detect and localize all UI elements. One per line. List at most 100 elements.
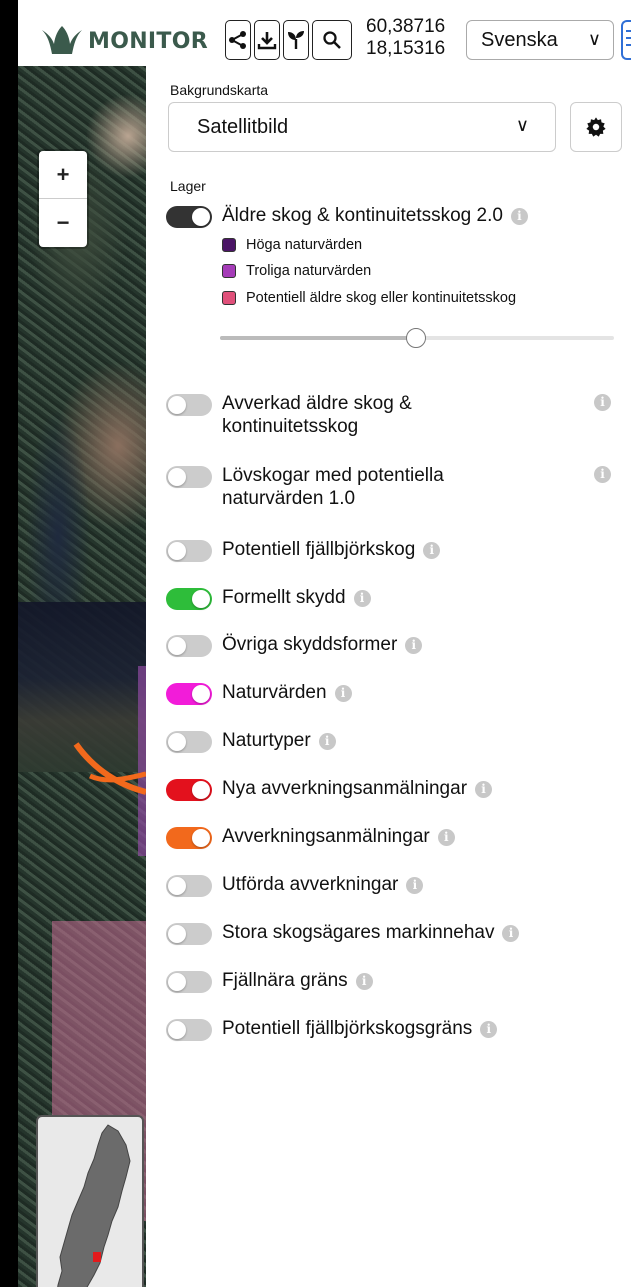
layer-toggle[interactable]	[166, 635, 212, 657]
map-felling-notice-line	[73, 742, 146, 795]
app-window: MONITOR 60,38716 18,15316 Svenska ∨ + − …	[18, 0, 631, 1287]
info-icon[interactable]: i	[355, 973, 373, 990]
logo[interactable]: MONITOR	[38, 24, 208, 58]
layer-toggle[interactable]	[166, 779, 212, 801]
layer-toggle[interactable]	[166, 923, 212, 945]
layer-panel: Bakgrundskarta Satellitbild ∨ Lager Äldr…	[146, 66, 631, 1287]
layers-label: Lager	[170, 178, 206, 194]
latitude: 60,38716	[366, 16, 446, 37]
layer-row: Äldre skog & kontinuitetsskog 2.0 i	[166, 204, 528, 228]
gear-icon	[586, 117, 606, 137]
layer-row: Utförda avverkningar i	[166, 873, 424, 897]
layer-label: Formellt skydd	[222, 587, 346, 608]
download-button[interactable]	[254, 20, 280, 60]
info-icon[interactable]: i	[353, 590, 371, 607]
layer-toggle[interactable]	[166, 540, 212, 562]
info-icon[interactable]: i	[423, 542, 441, 559]
menu-button[interactable]	[621, 20, 631, 60]
sweden-overview-icon	[57, 1124, 131, 1287]
legend-item: Troliga naturvärden	[222, 263, 371, 279]
info-icon[interactable]: i	[510, 208, 528, 225]
layer-toggle[interactable]	[166, 466, 212, 488]
monitor-logo-icon	[42, 26, 82, 54]
layer-row: Stora skogsägares markinnehav i	[166, 921, 520, 945]
search-button[interactable]	[312, 20, 352, 60]
header: MONITOR 60,38716 18,15316 Svenska ∨	[18, 0, 631, 66]
layer-toggle[interactable]	[166, 827, 212, 849]
layer-toggle[interactable]	[166, 1019, 212, 1041]
layer-row: Potentiell fjällbjörkskog i	[166, 538, 441, 562]
longitude: 18,15316	[366, 38, 446, 59]
chevron-down-icon: ∨	[515, 115, 529, 135]
language-value: Svenska	[481, 28, 558, 51]
legend-item: Höga naturvärden	[222, 237, 362, 253]
info-icon[interactable]: i	[405, 637, 423, 654]
download-icon	[257, 32, 277, 50]
layer-toggle[interactable]	[166, 731, 212, 753]
zoom-out-button[interactable]: −	[39, 199, 87, 247]
sprout-icon	[288, 31, 304, 49]
basemap-settings-button[interactable]	[570, 102, 622, 152]
layer-label: Äldre skog & kontinuitetsskog 2.0	[222, 205, 503, 226]
layer-label: Fjällnära gräns	[222, 970, 348, 991]
layer-toggle[interactable]	[166, 971, 212, 993]
layer-row: Lövskogar med potentiella naturvärden 1.…	[166, 464, 611, 510]
layer-label: Utförda avverkningar	[222, 874, 399, 895]
legend-swatch	[222, 238, 236, 252]
zoom-in-button[interactable]: +	[39, 151, 87, 199]
layer-row: Avverkad äldre skog & kontinuitetsskog i	[166, 392, 611, 438]
logo-text: MONITOR	[88, 28, 208, 54]
legend-swatch	[222, 264, 236, 278]
opacity-slider[interactable]	[220, 328, 614, 348]
legend-label: Potentiell äldre skog eller kontinuitets…	[246, 290, 517, 306]
map-canvas[interactable]: + −	[18, 66, 146, 1287]
info-icon[interactable]: i	[437, 829, 455, 846]
layer-label: Avverkad äldre skog & kontinuitetsskog	[222, 393, 412, 437]
layer-row: Övriga skyddsformer i	[166, 633, 423, 657]
layer-row: Nya avverkningsanmälningar i	[166, 777, 493, 801]
layer-toggle[interactable]	[166, 588, 212, 610]
layer-toggle[interactable]	[166, 683, 212, 705]
info-icon[interactable]: i	[594, 394, 611, 411]
search-icon	[323, 31, 341, 49]
zoom-control: + −	[39, 151, 87, 247]
layer-label: Naturvärden	[222, 682, 327, 703]
layer-row: Potentiell fjällbjörkskogsgräns i	[166, 1017, 498, 1041]
language-select[interactable]: Svenska ∨	[466, 20, 614, 60]
legend-item: Potentiell äldre skog eller kontinuitets…	[222, 290, 516, 306]
layer-label: Naturtyper	[222, 730, 311, 751]
layer-row: Formellt skydd i	[166, 586, 371, 610]
chevron-down-icon: ∨	[587, 29, 601, 49]
layer-label: Potentiell fjällbjörkskog	[222, 539, 416, 560]
overview-map[interactable]	[36, 1115, 144, 1287]
basemap-select[interactable]: Satellitbild ∨	[168, 102, 556, 152]
legend-label: Höga naturvärden	[246, 237, 363, 253]
info-icon[interactable]: i	[334, 685, 352, 702]
layer-label: Nya avverkningsanmälningar	[222, 778, 468, 799]
layer-row: Naturtyper i	[166, 729, 336, 753]
layer-label: Stora skogsägares markinnehav	[222, 922, 495, 943]
layer-toggle[interactable]	[166, 394, 212, 416]
info-icon[interactable]: i	[406, 877, 424, 894]
layer-row: Naturvärden i	[166, 681, 352, 705]
layer-label: Lövskogar med potentiella naturvärden 1.…	[222, 465, 444, 509]
layer-toggle[interactable]	[166, 206, 212, 228]
layer-label: Övriga skyddsformer	[222, 634, 398, 655]
layer-toggle[interactable]	[166, 875, 212, 897]
info-icon[interactable]: i	[594, 466, 611, 483]
basemap-value: Satellitbild	[197, 115, 289, 138]
share-icon	[229, 31, 246, 49]
info-icon[interactable]: i	[475, 781, 493, 798]
info-icon[interactable]: i	[318, 733, 336, 750]
layer-label: Avverkningsanmälningar	[222, 826, 430, 847]
layer-label: Potentiell fjällbjörkskogsgräns	[222, 1018, 473, 1039]
info-icon[interactable]: i	[480, 1021, 498, 1038]
share-button[interactable]	[225, 20, 251, 60]
slider-thumb[interactable]	[406, 328, 426, 348]
info-icon[interactable]: i	[502, 925, 520, 942]
sprout-button[interactable]	[283, 20, 309, 60]
basemap-label: Bakgrundskarta	[170, 82, 269, 98]
legend-label: Troliga naturvärden	[246, 263, 372, 279]
legend-swatch	[222, 291, 236, 305]
layer-row: Fjällnära gräns i	[166, 969, 373, 993]
